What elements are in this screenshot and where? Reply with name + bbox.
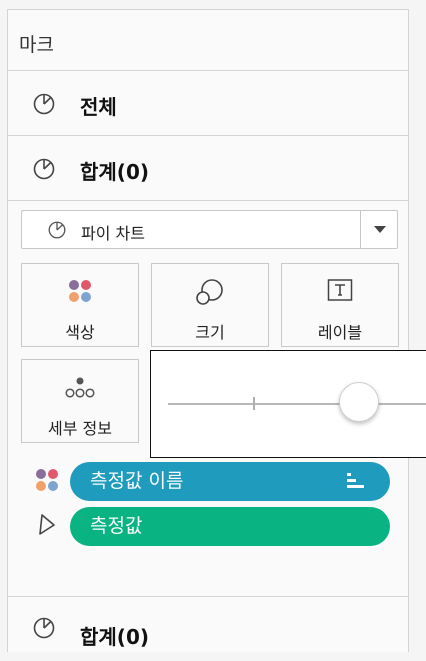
size-slider-track[interactable] xyxy=(168,403,426,405)
marks-card-sum[interactable]: 합계(0) xyxy=(8,136,408,201)
dropdown-divider xyxy=(360,211,361,248)
marks-card-all[interactable]: 전체 xyxy=(8,71,408,136)
color-button[interactable]: 색상 xyxy=(21,263,139,347)
size-slider-thumb[interactable] xyxy=(339,382,380,422)
marks-card-all-label: 전체 xyxy=(80,95,117,119)
size-icon xyxy=(196,279,223,305)
label-button[interactable]: 레이블 xyxy=(281,263,399,347)
color-dots-icon xyxy=(36,469,58,491)
angle-icon xyxy=(39,514,55,535)
pie-icon xyxy=(33,617,55,639)
pie-icon xyxy=(33,93,55,115)
marks-card-header: 마크 xyxy=(8,10,408,71)
detail-button-label: 세부 정보 xyxy=(48,419,112,438)
marks-card-title: 마크 xyxy=(19,34,54,56)
marks-card-sum-2-label: 합계(0) xyxy=(80,625,149,649)
detail-button[interactable]: 세부 정보 xyxy=(21,359,139,443)
marks-card-sum-2[interactable]: 합계(0) xyxy=(8,596,408,661)
color-dots-icon xyxy=(69,280,91,302)
mark-type-value: 파이 차트 xyxy=(81,224,145,243)
measure-values-label: 측정값 xyxy=(90,515,143,537)
color-button-label: 색상 xyxy=(65,323,95,342)
marks-card: 마크 전체 합계(0) 파이 차트 색상 크기 레이블 세부 정보 측정값 이름… xyxy=(7,9,409,652)
detail-icon xyxy=(65,377,95,398)
sort-icon[interactable] xyxy=(346,472,366,490)
size-button-label: 크기 xyxy=(195,323,225,342)
label-button-label: 레이블 xyxy=(317,323,363,342)
chevron-down-icon[interactable] xyxy=(374,226,386,233)
measure-names-label: 측정값 이름 xyxy=(90,470,184,492)
measure-values-pill[interactable]: 측정값 xyxy=(70,507,390,546)
marks-card-sum-label: 합계(0) xyxy=(80,160,149,184)
slider-tick xyxy=(253,397,255,410)
pie-icon xyxy=(48,221,66,239)
text-label-icon xyxy=(327,279,353,301)
pie-icon xyxy=(33,158,55,180)
size-button[interactable]: 크기 xyxy=(151,263,269,347)
size-slider-popup xyxy=(150,350,426,458)
measure-names-pill[interactable]: 측정값 이름 xyxy=(70,462,390,501)
mark-type-dropdown[interactable]: 파이 차트 xyxy=(21,210,398,249)
